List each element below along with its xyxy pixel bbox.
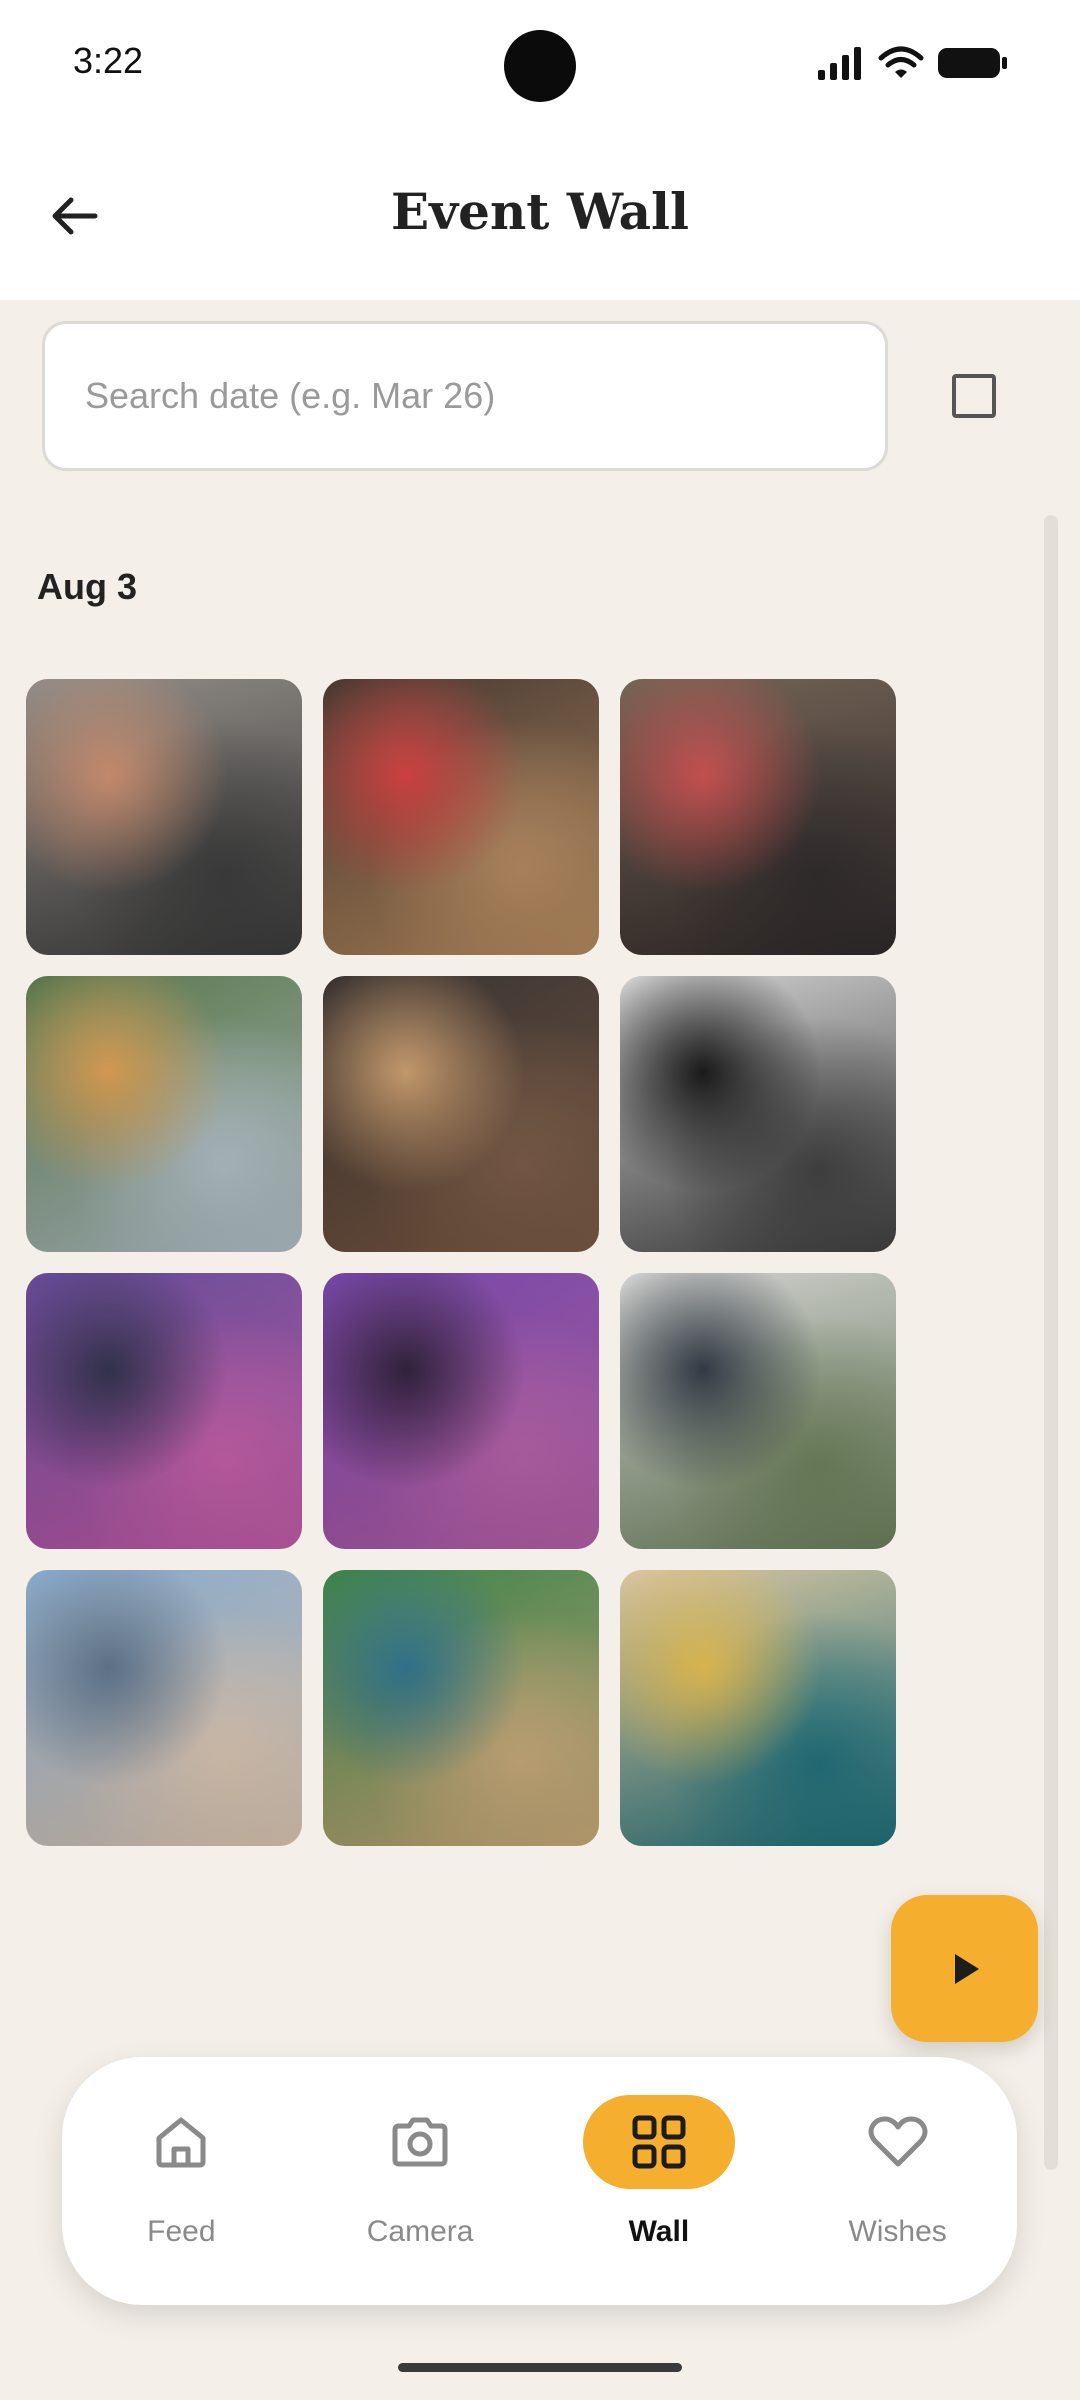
photo-image [26,1570,302,1846]
photo-image [620,976,896,1252]
search-placeholder: Search date (e.g. Mar 26) [85,375,496,416]
photo-tile-green-dancers[interactable] [323,1570,599,1846]
photo-tile-concert-crowd[interactable] [26,1273,302,1549]
nav-item-wall[interactable]: Wall [559,2057,759,2305]
date-header: Aug 3 [37,566,138,607]
nav-item-camera[interactable]: Camera [320,2057,520,2305]
home-indicator [398,2363,682,2372]
search-date-input[interactable]: Search date (e.g. Mar 26) [42,321,888,471]
photo-image [26,976,302,1252]
photo-image [323,1273,599,1549]
grid-icon [632,2115,686,2169]
photo-image [620,679,896,955]
photo-tile-teal-celebration[interactable] [620,1570,896,1846]
nav-label-wishes: Wishes [848,2215,947,2248]
play-icon [954,1953,979,1984]
status-time: 3:22 [73,40,144,81]
status-bar: 3:22 [0,0,1080,130]
photo-tile-couple-dancing[interactable] [323,976,599,1252]
nav-label-feed: Feed [147,2215,216,2248]
photo-image [26,679,302,955]
photo-image [323,679,599,955]
status-icons [818,46,1008,80]
photo-tile-street-crowd[interactable] [620,679,896,955]
photo-image [323,976,599,1252]
photo-image [26,1273,302,1549]
bottom-navigation: Feed Camera Wall Wishes [62,2057,1017,2305]
nav-item-feed[interactable]: Feed [81,2057,281,2305]
photo-tile-phones-concert[interactable] [323,1273,599,1549]
scrollbar[interactable] [1044,515,1058,2170]
heart-icon [868,2116,928,2167]
camera-cutout [504,30,576,102]
photo-image [323,1570,599,1846]
page-title: Event Wall [390,182,690,241]
photo-tile-champagne-toast[interactable] [26,1570,302,1846]
photo-tile-bw-friends[interactable] [620,976,896,1252]
photo-tile-outdoor-festival[interactable] [26,976,302,1252]
photo-tile-graduate-photo[interactable] [323,679,599,955]
photo-tile-woman-flowers[interactable] [620,1273,896,1549]
camera-icon [392,2117,448,2167]
nav-label-wall: Wall [628,2215,690,2248]
app-bar: Event Wall [0,130,1080,300]
play-slideshow-button[interactable] [891,1895,1038,2042]
photo-image [620,1273,896,1549]
photo-image [620,1570,896,1846]
nav-item-wishes[interactable]: Wishes [798,2057,998,2305]
home-icon [156,2117,206,2168]
signal-icon [818,47,861,80]
nav-label-camera: Camera [366,2215,474,2248]
photo-tile-scrapbook-flatlay[interactable] [26,679,302,955]
select-checkbox[interactable] [952,374,996,418]
photo-grid [26,679,896,1846]
battery-icon [938,48,1007,78]
wifi-icon [878,46,924,78]
